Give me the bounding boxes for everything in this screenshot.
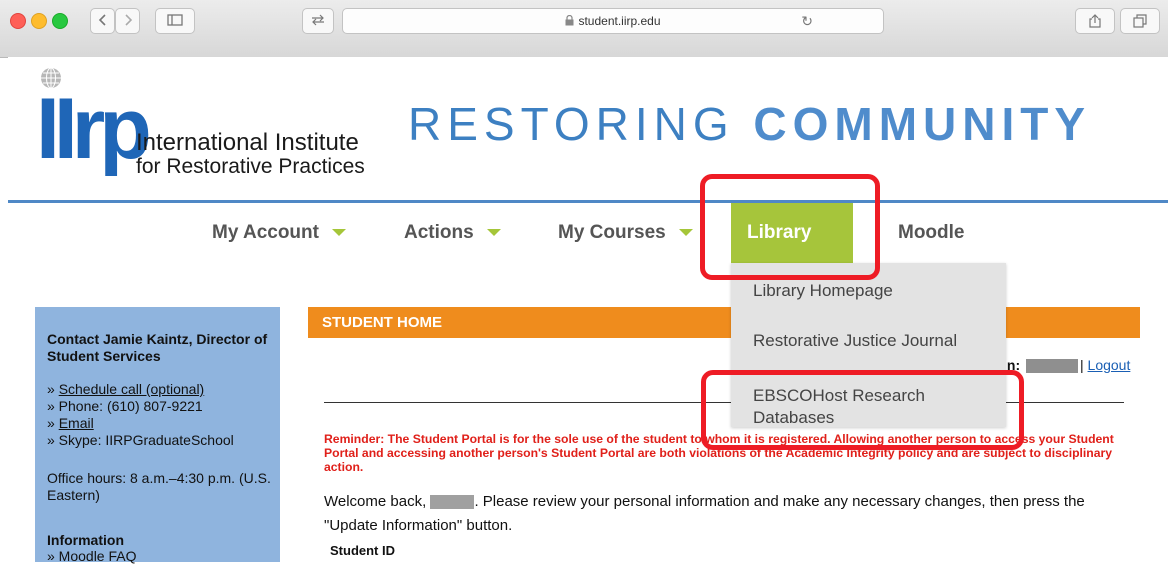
caret-down-icon <box>678 229 693 237</box>
forward-button[interactable] <box>115 8 140 34</box>
sidebar-info-title: Information <box>47 532 124 548</box>
tagline-bold: COMMUNITY <box>753 98 1092 150</box>
reload-icon[interactable]: ↻ <box>801 9 813 33</box>
sidebar-contact-title: Contact Jamie Kaintz, Director of Studen… <box>47 331 268 364</box>
menu-item-library-homepage[interactable]: Library Homepage <box>753 280 893 302</box>
nav-label: My Courses <box>558 222 666 243</box>
site-header: IIrp International Institute for Restora… <box>8 57 1168 200</box>
minimize-window-button[interactable] <box>31 13 47 29</box>
main-nav: My Account Actions My Courses Library Mo… <box>8 203 1168 297</box>
sidebar-email-item: » Email <box>47 415 94 431</box>
tagline-light: RESTORING <box>408 98 754 150</box>
highlight-ebscohost <box>701 370 1024 450</box>
nav-my-account[interactable]: My Account <box>212 203 346 263</box>
tabs-icon <box>1133 14 1147 28</box>
browser-toolbar: student.iirp.edu ↻ <box>0 0 1168 58</box>
welcome-prefix: Welcome back, <box>324 493 427 510</box>
redacted-name <box>430 495 475 510</box>
back-button[interactable] <box>90 8 115 34</box>
login-status: in: | Logout <box>1003 357 1131 374</box>
share-button[interactable] <box>1075 8 1115 34</box>
tabs-button[interactable] <box>1120 8 1160 34</box>
caret-down-icon <box>486 229 501 237</box>
welcome-text: Welcome back, . Please review your perso… <box>324 490 1124 538</box>
redacted-username <box>1026 359 1078 374</box>
lock-icon <box>565 10 574 34</box>
highlight-library <box>700 174 880 280</box>
logo-mark[interactable]: IIrp <box>36 79 152 179</box>
nav-my-courses[interactable]: My Courses <box>558 203 693 263</box>
section-header: STUDENT HOME <box>308 307 1140 338</box>
schedule-call-link[interactable]: Schedule call (optional) <box>59 381 205 397</box>
sidebar-phone: » Phone: (610) 807-9221 <box>47 398 203 414</box>
moodle-faq-link[interactable]: » Moodle FAQ <box>47 548 137 565</box>
share-icon <box>1089 14 1101 28</box>
logo-name-line1: International Institute <box>136 129 359 156</box>
email-link[interactable]: Email <box>59 415 94 431</box>
tagline: RESTORING COMMUNITY <box>408 99 1091 149</box>
arrows-icon <box>312 14 324 26</box>
sidebar-schedule-item: » Schedule call (optional) <box>47 381 205 397</box>
chevron-left-icon <box>98 14 106 26</box>
sidebar-icon <box>167 14 183 26</box>
caret-down-icon <box>331 229 346 237</box>
url-text: student.iirp.edu <box>578 14 661 28</box>
logo-name-line2: for Restorative Practices <box>136 155 365 178</box>
nav-moodle[interactable]: Moodle <box>898 203 965 263</box>
nav-label: Moodle <box>898 222 965 243</box>
student-id-label: Student ID <box>330 543 395 558</box>
logout-link[interactable]: Logout <box>1088 357 1131 373</box>
tab-overview-button[interactable] <box>302 8 334 34</box>
menu-item-restorative-justice-journal[interactable]: Restorative Justice Journal <box>753 330 957 352</box>
nav-label: Actions <box>404 222 474 243</box>
window-edge <box>1168 0 1176 562</box>
nav-label: My Account <box>212 222 319 243</box>
sidebar-office-hours: Office hours: 8 a.m.–4:30 p.m. (U.S. Eas… <box>47 470 271 503</box>
browser-window: student.iirp.edu ↻ IIrp International In… <box>0 0 1168 565</box>
chevron-right-icon <box>124 14 132 26</box>
zoom-window-button[interactable] <box>52 13 68 29</box>
section-title: STUDENT HOME <box>322 314 442 331</box>
close-window-button[interactable] <box>10 13 26 29</box>
sidebar: Contact Jamie Kaintz, Director of Studen… <box>35 307 280 565</box>
sidebar-toggle-button[interactable] <box>155 8 195 34</box>
address-bar[interactable]: student.iirp.edu ↻ <box>342 8 884 34</box>
sidebar-skype: » Skype: IIRPGraduateSchool <box>47 432 234 448</box>
nav-actions[interactable]: Actions <box>404 203 501 263</box>
